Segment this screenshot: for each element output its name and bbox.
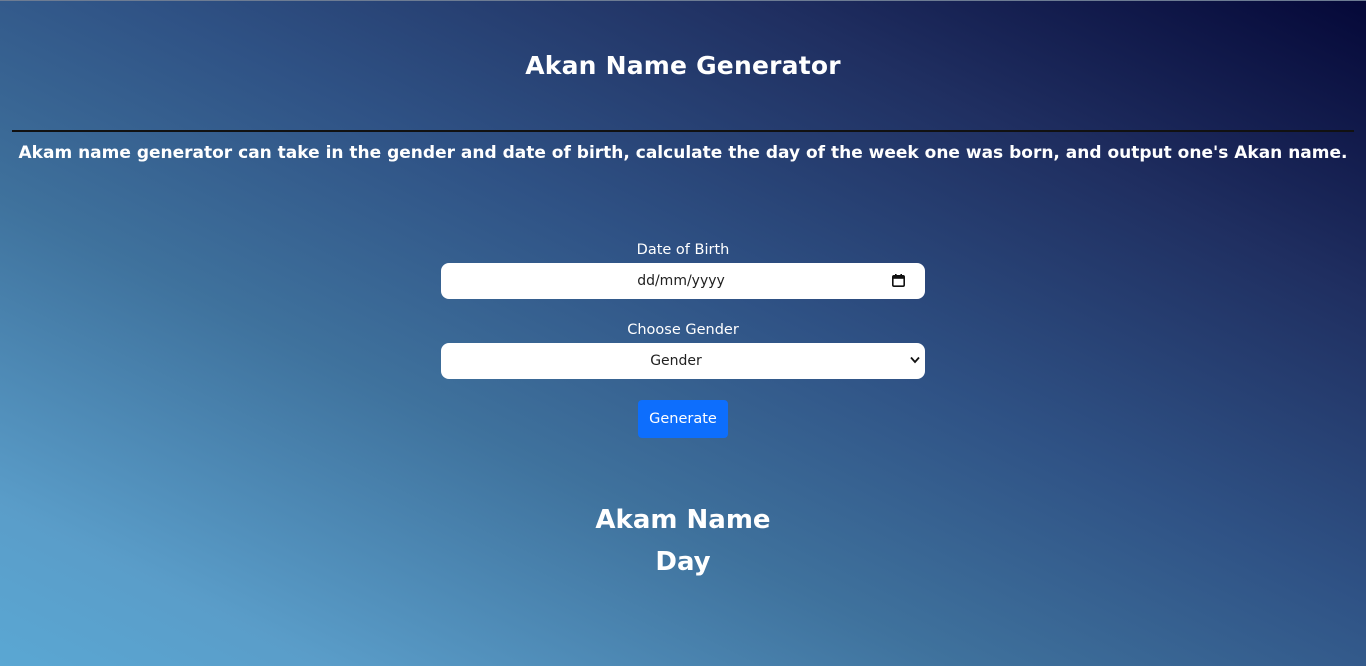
dob-label: Date of Birth <box>636 242 730 258</box>
page-title: Akan Name Generator <box>525 51 841 80</box>
calendar-icon[interactable] <box>892 274 905 287</box>
gender-label: Choose Gender <box>627 322 739 338</box>
generate-button[interactable]: Generate <box>638 400 728 438</box>
dob-placeholder: dd/mm/yyyy <box>637 273 725 289</box>
akan-name-result: Akam Name <box>595 505 771 535</box>
top-border <box>0 0 1366 1</box>
day-result: Day <box>655 547 711 577</box>
gender-select[interactable]: Gender <box>441 343 925 379</box>
gender-selected-value: Gender <box>650 353 702 369</box>
header-divider <box>12 130 1354 132</box>
chevron-down-icon <box>910 356 920 364</box>
date-of-birth-input[interactable]: dd/mm/yyyy <box>441 263 925 299</box>
page-description: Akam name generator can take in the gend… <box>18 143 1348 163</box>
